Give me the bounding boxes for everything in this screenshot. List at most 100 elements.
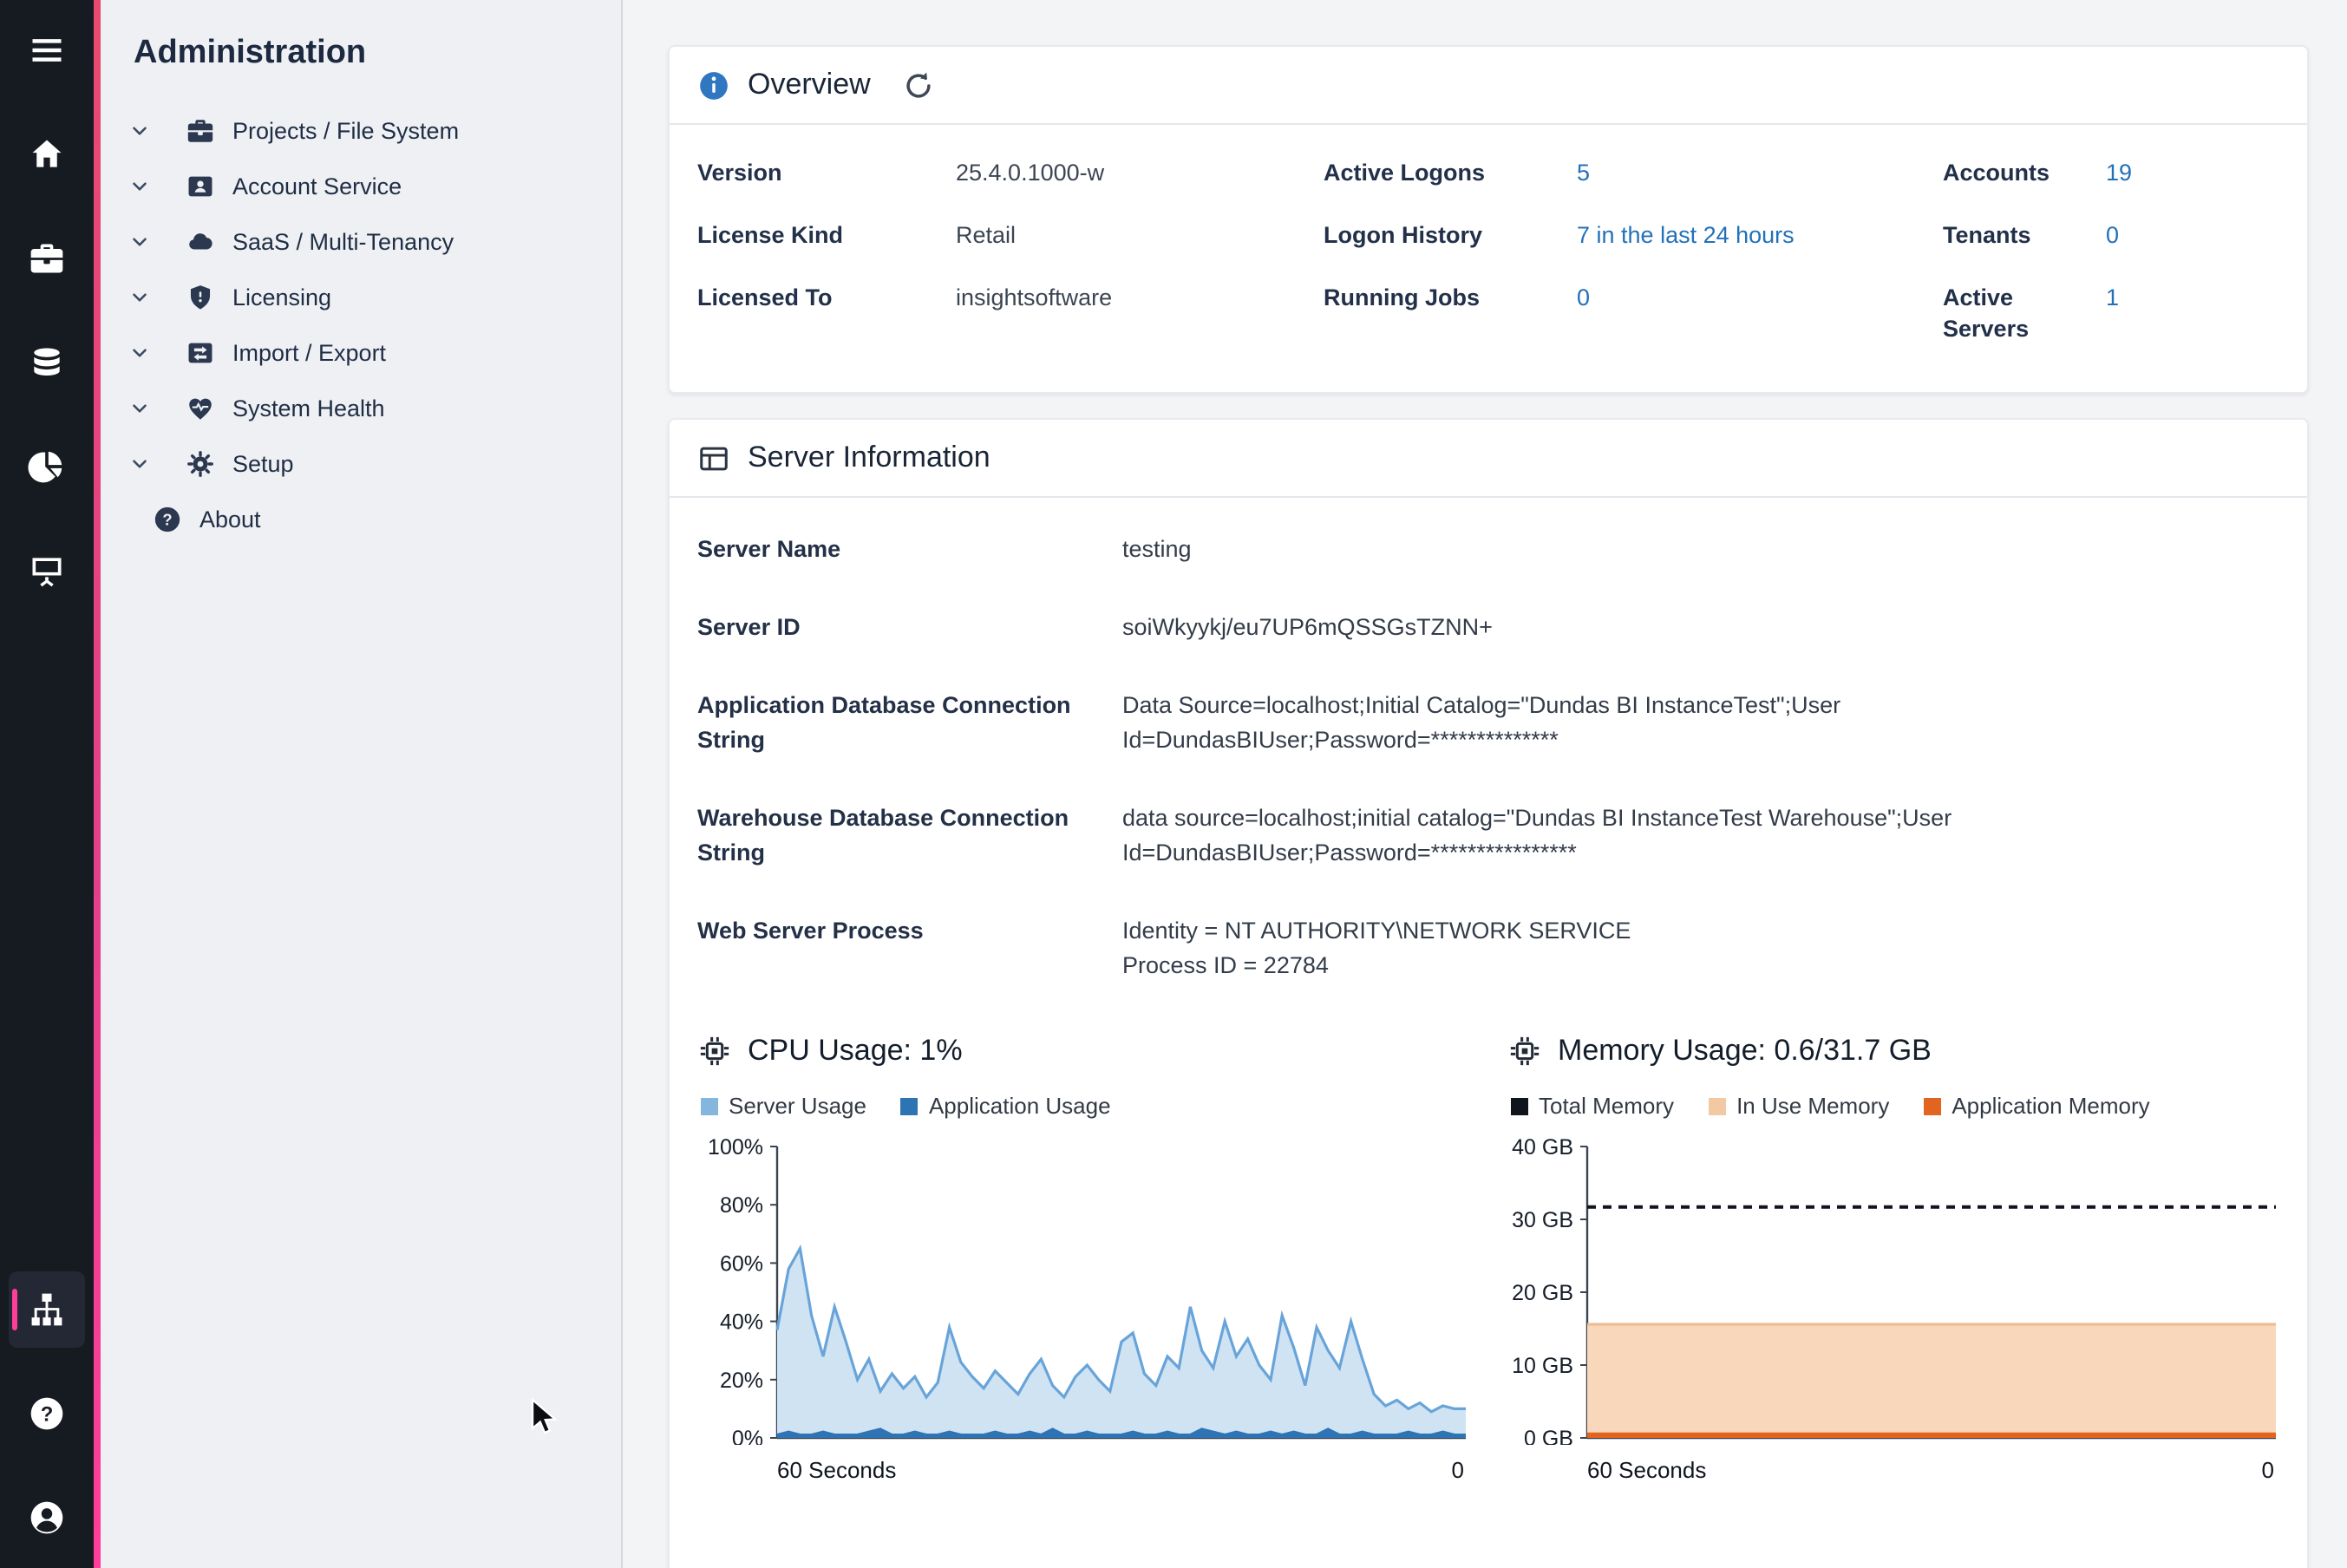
sidebar-item-system-health[interactable]: System Health bbox=[101, 380, 621, 435]
sidebar-item-saas-multi-tenancy[interactable]: SaaS / Multi-Tenancy bbox=[101, 213, 621, 269]
chevron-down-icon[interactable] bbox=[128, 396, 151, 419]
chart-xlabel-left: 60 Seconds bbox=[1587, 1457, 1706, 1483]
svg-text:40%: 40% bbox=[720, 1310, 763, 1335]
legend-item[interactable]: Server Usage bbox=[701, 1093, 866, 1119]
server-info-card-header: Server Information bbox=[670, 420, 2307, 498]
presentation-icon bbox=[28, 552, 66, 590]
refresh-icon[interactable] bbox=[902, 69, 935, 101]
legend-item[interactable]: Application Usage bbox=[901, 1093, 1111, 1119]
chart-plot: 0 GB 10 GB 20 GB 30 GB 40 GB bbox=[1507, 1136, 2279, 1454]
overview-field-label: Version bbox=[697, 146, 956, 201]
legend-item[interactable]: Total Memory bbox=[1511, 1093, 1674, 1119]
sidebar-item-account-service[interactable]: Account Service bbox=[101, 158, 621, 213]
cpu-usage-chart: CPU Usage: 1% Server UsageApplication Us… bbox=[697, 1034, 1469, 1483]
chevron-down-icon[interactable] bbox=[128, 452, 151, 474]
info-icon[interactable] bbox=[697, 69, 730, 101]
server-info-label: Web Server Process bbox=[697, 914, 1122, 983]
svg-text:40 GB: 40 GB bbox=[1512, 1136, 1573, 1160]
overview-field-link[interactable]: 1 bbox=[2106, 271, 2279, 357]
overview-fields: Version25.4.0.1000-wActive Logons5Accoun… bbox=[670, 125, 2307, 392]
chevron-down-icon[interactable] bbox=[128, 174, 151, 197]
gear-icon bbox=[186, 448, 215, 478]
svg-text:10 GB: 10 GB bbox=[1512, 1354, 1573, 1378]
legend-item[interactable]: In Use Memory bbox=[1709, 1093, 1889, 1119]
overview-field-link[interactable]: 5 bbox=[1577, 146, 1943, 201]
menu-toggle-button[interactable] bbox=[9, 12, 85, 88]
heart-pulse-icon bbox=[186, 393, 215, 422]
chevron-down-icon[interactable] bbox=[128, 230, 151, 252]
svg-text:0 GB: 0 GB bbox=[1524, 1427, 1573, 1445]
svg-text:30 GB: 30 GB bbox=[1512, 1208, 1573, 1232]
presentations-button[interactable] bbox=[9, 532, 85, 609]
rail-bottom-group bbox=[0, 1271, 94, 1556]
sidebar-item-import-export[interactable]: Import / Export bbox=[101, 324, 621, 380]
svg-text:100%: 100% bbox=[708, 1136, 763, 1160]
data-button[interactable] bbox=[9, 324, 85, 401]
sidebar-item-label: Projects / File System bbox=[232, 117, 459, 143]
overview-field-link[interactable]: 0 bbox=[2106, 208, 2279, 264]
avatar-icon bbox=[28, 1499, 66, 1537]
shield-icon bbox=[186, 282, 215, 311]
administration-button[interactable] bbox=[9, 1271, 85, 1348]
overview-card: Overview Version25.4.0.1000-wActive Logo… bbox=[668, 45, 2309, 394]
chevron-down-icon[interactable] bbox=[128, 119, 151, 141]
rail-top-group bbox=[0, 12, 94, 609]
overview-field-link[interactable]: 0 bbox=[1577, 271, 1943, 357]
sidebar-item-setup[interactable]: Setup bbox=[101, 435, 621, 491]
home-icon bbox=[28, 135, 66, 173]
sidebar-item-label: SaaS / Multi-Tenancy bbox=[232, 228, 454, 254]
cloud-icon bbox=[186, 226, 215, 256]
hamburger-icon bbox=[28, 31, 66, 69]
legend-label: Application Usage bbox=[929, 1093, 1111, 1119]
overview-field-label: Active Servers bbox=[1943, 271, 2106, 357]
chevron-down-icon[interactable] bbox=[128, 341, 151, 363]
overview-field-link[interactable]: 19 bbox=[2106, 146, 2279, 201]
sidebar-item-projects-file-system[interactable]: Projects / File System bbox=[101, 102, 621, 158]
legend-label: In Use Memory bbox=[1736, 1093, 1889, 1119]
svg-text:80%: 80% bbox=[720, 1193, 763, 1218]
overview-field-label: Active Logons bbox=[1324, 146, 1577, 201]
chart-xlabel-right: 0 bbox=[1452, 1457, 1464, 1483]
sidebar-item-label: Setup bbox=[232, 450, 294, 476]
sidebar-item-label: About bbox=[199, 506, 261, 532]
chart-plot: 0%20%40%60%80%100% bbox=[697, 1136, 1469, 1454]
chart-legend: Total Memory In Use Memory Application Mem… bbox=[1511, 1093, 2279, 1119]
chart-xlabel-right: 0 bbox=[2262, 1457, 2274, 1483]
question-circle-icon bbox=[153, 504, 182, 533]
overview-field-label: Licensed To bbox=[697, 271, 956, 357]
account-button[interactable] bbox=[9, 1480, 85, 1556]
legend-item[interactable]: Application Memory bbox=[1924, 1093, 2149, 1119]
chevron-down-icon[interactable] bbox=[128, 285, 151, 308]
server-info-rows: Server Name testing Server ID soiWkyykj/… bbox=[670, 498, 2307, 1006]
home-button[interactable] bbox=[9, 116, 85, 193]
chart-title-row: Memory Usage: 0.6/31.7 GB bbox=[1507, 1034, 2279, 1068]
overview-field-label: Tenants bbox=[1943, 208, 2106, 264]
overview-field-value: insightsoftware bbox=[956, 271, 1324, 357]
chart-legend: Server Usage Application Usage bbox=[701, 1093, 1469, 1119]
memory-usage-chart: Memory Usage: 0.6/31.7 GB Total Memory In… bbox=[1507, 1034, 2279, 1483]
overview-field-link[interactable]: 7 in the last 24 hours bbox=[1577, 208, 1943, 264]
overview-field-label: Accounts bbox=[1943, 146, 2106, 201]
help-button[interactable] bbox=[9, 1375, 85, 1452]
server-info-row: Server ID soiWkyykj/eu7UP6mQSSGsTZNN+ bbox=[697, 590, 2279, 668]
svg-text:0%: 0% bbox=[732, 1427, 763, 1445]
visuals-button[interactable] bbox=[9, 428, 85, 505]
projects-button[interactable] bbox=[9, 220, 85, 297]
sidebar-item-label: Account Service bbox=[232, 173, 402, 199]
brand-accent-strip bbox=[94, 0, 101, 1568]
svg-text:20 GB: 20 GB bbox=[1512, 1281, 1573, 1305]
legend-swatch bbox=[901, 1097, 919, 1114]
legend-label: Server Usage bbox=[729, 1093, 866, 1119]
briefcase-icon bbox=[28, 239, 66, 278]
main-content: Overview Version25.4.0.1000-wActive Logo… bbox=[623, 0, 2347, 1568]
chart-xlabel-left: 60 Seconds bbox=[777, 1457, 896, 1483]
server-info-label: Server ID bbox=[697, 611, 1122, 645]
sidebar-item-about[interactable]: About bbox=[101, 491, 621, 546]
sidebar-item-licensing[interactable]: Licensing bbox=[101, 269, 621, 324]
legend-label: Application Memory bbox=[1951, 1093, 2149, 1119]
import-export-icon bbox=[186, 337, 215, 367]
memory-chip-icon bbox=[1507, 1034, 1542, 1068]
server-info-row: Warehouse Database Connection String dat… bbox=[697, 781, 2279, 893]
server-info-value: data source=localhost;initial catalog="D… bbox=[1122, 801, 2279, 871]
page-title: Administration bbox=[134, 35, 621, 73]
